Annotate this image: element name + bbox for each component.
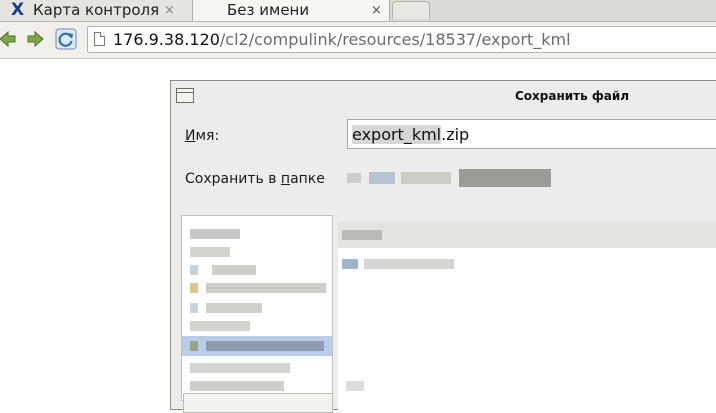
address-bar[interactable]: 176.9.38.120/cl2/compulink/resources/185… xyxy=(87,26,716,53)
blurred-folder-icon xyxy=(347,173,361,183)
list-item[interactable] xyxy=(338,256,716,272)
blurred-content xyxy=(369,172,395,184)
page-icon xyxy=(94,32,105,46)
file-name-label: Имя: xyxy=(185,128,219,145)
url-text: 176.9.38.120/cl2/compulink/resources/185… xyxy=(113,30,571,49)
dialog-titlebar[interactable]: Сохранить файл xyxy=(171,81,716,111)
folder-chooser[interactable] xyxy=(347,164,555,192)
list-item[interactable] xyxy=(182,318,332,334)
file-list-header[interactable] xyxy=(338,222,716,249)
site-x-icon: X xyxy=(11,0,25,20)
list-item[interactable] xyxy=(338,378,716,394)
file-name-input[interactable]: export_kml.zip xyxy=(347,119,716,149)
blurred-content xyxy=(459,169,551,187)
list-item[interactable] xyxy=(182,300,332,316)
tab-title: Без имени xyxy=(227,1,310,19)
list-item[interactable] xyxy=(182,262,332,278)
close-icon[interactable]: × xyxy=(164,2,175,19)
file-name-selected-part: export_kml xyxy=(352,125,442,144)
save-in-folder-label: Сохранить в папке xyxy=(185,171,325,187)
list-item[interactable] xyxy=(182,244,332,260)
tab-bez-imeni[interactable]: Без имени × xyxy=(192,0,390,21)
file-name-label-text: Имя: xyxy=(185,128,220,144)
file-name-value: export_kml.zip xyxy=(352,125,469,144)
new-tab-button[interactable] xyxy=(392,1,430,19)
navigation-bar: 176.9.38.120/cl2/compulink/resources/185… xyxy=(0,22,716,59)
save-file-dialog: Сохранить файл Имя: export_kml.zip Сохра… xyxy=(170,80,716,413)
list-item[interactable] xyxy=(182,378,332,394)
places-footer xyxy=(183,393,333,413)
window-menu-icon[interactable] xyxy=(176,88,194,103)
dialog-title: Сохранить файл xyxy=(515,89,630,103)
list-item[interactable] xyxy=(182,226,332,242)
reload-icon[interactable] xyxy=(55,28,77,50)
url-path: /cl2/compulink/resources/18537/export_km… xyxy=(219,30,571,49)
list-item[interactable] xyxy=(182,280,332,296)
file-list[interactable] xyxy=(338,248,716,411)
file-name-extension: .zip xyxy=(441,125,470,144)
list-item-selected[interactable] xyxy=(182,336,332,356)
tab-karta-kontrolya[interactable]: X Карта контроля × xyxy=(0,0,194,21)
blurred-content xyxy=(342,230,382,240)
places-sidebar[interactable] xyxy=(181,215,333,401)
blurred-content xyxy=(401,172,451,184)
forward-arrow-icon[interactable] xyxy=(26,29,46,49)
tab-title: Карта контроля xyxy=(33,1,160,19)
close-icon[interactable]: × xyxy=(371,2,382,19)
tab-strip: X Карта контроля × Без имени × xyxy=(0,0,716,22)
list-item[interactable] xyxy=(182,360,332,376)
back-arrow-icon[interactable] xyxy=(0,29,17,49)
url-host: 176.9.38.120 xyxy=(113,30,220,49)
